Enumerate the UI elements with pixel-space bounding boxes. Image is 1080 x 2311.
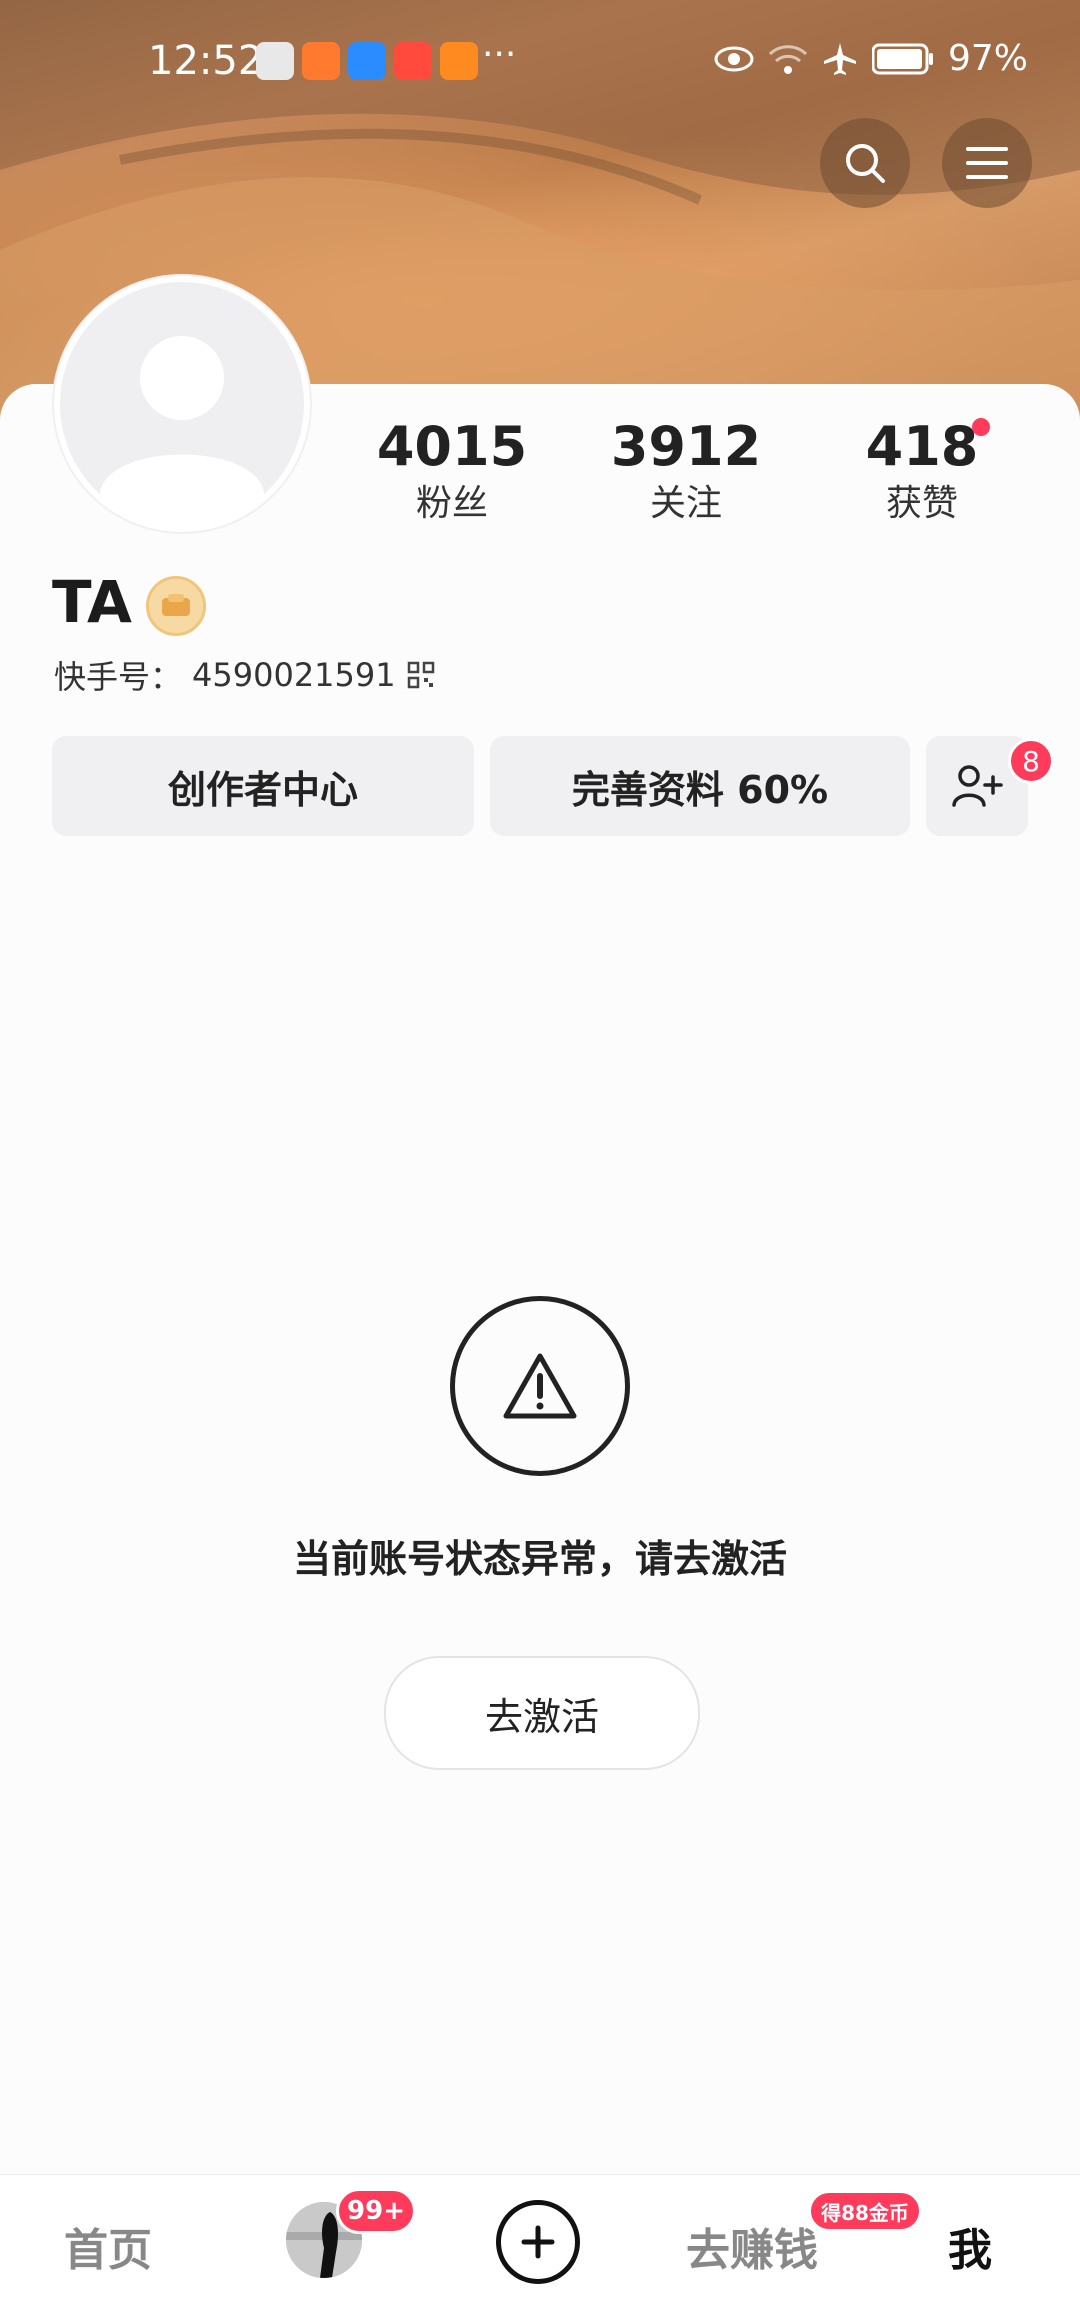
- followers-label: 粉丝: [415, 483, 488, 524]
- tab-me[interactable]: 我: [948, 2214, 992, 2278]
- game-app-icon: [440, 42, 478, 80]
- search-icon: [846, 144, 885, 183]
- create-post-button[interactable]: [496, 2200, 580, 2284]
- video-app-icon: [302, 42, 340, 80]
- app-notification-icon: [256, 42, 294, 80]
- airplane-mode-icon: [823, 42, 856, 75]
- account-id-label: 快手号：: [54, 658, 183, 696]
- search-button[interactable]: [820, 118, 910, 208]
- activate-button[interactable]: 去激活: [384, 1656, 700, 1770]
- followers-stat[interactable]: 4015 粉丝: [352, 412, 552, 526]
- tab-home[interactable]: 首页: [64, 2214, 152, 2278]
- hamburger-menu-icon: [966, 147, 1008, 179]
- following-count: 3912: [610, 415, 762, 478]
- likes-label: 获赞: [885, 483, 958, 524]
- tab-earn-money[interactable]: 去赚钱: [686, 2214, 818, 2278]
- warning-circle: [450, 1296, 630, 1476]
- status-time: 12:52: [148, 38, 264, 84]
- weather-app-icon: [348, 42, 386, 80]
- more-notifications-icon: ···: [482, 34, 517, 75]
- battery-icon: [871, 43, 933, 74]
- account-id-value: 4590021591: [192, 656, 396, 694]
- warning-icon: [503, 1353, 577, 1419]
- eye-icon: [714, 46, 754, 71]
- add-friend-icon: [952, 765, 1003, 807]
- creator-center-button[interactable]: 创作者中心: [52, 736, 474, 836]
- profile-name: TA: [52, 568, 132, 636]
- earn-coins-badge: 得88金币: [808, 2190, 922, 2232]
- wifi-icon: [768, 44, 808, 74]
- qr-code-icon[interactable]: [406, 660, 436, 690]
- following-count-badge: 99+: [336, 2188, 416, 2234]
- likes-count: 418: [865, 415, 979, 478]
- battery-percent: 97%: [947, 38, 1028, 79]
- following-stat[interactable]: 3912 关注: [586, 412, 786, 526]
- complete-profile-button[interactable]: 完善资料 60%: [490, 736, 910, 836]
- likes-stat[interactable]: 418 获赞: [822, 412, 1022, 526]
- level-badge-icon[interactable]: [146, 576, 206, 636]
- status-bar: 12:52 ··· 97%: [0, 0, 1080, 120]
- followers-count: 4015: [376, 415, 528, 478]
- default-avatar-icon: [100, 336, 264, 526]
- account-abnormal-message: 当前账号状态异常，请去激活: [292, 1537, 787, 1581]
- add-friend-count-badge: 8: [1008, 738, 1054, 784]
- avatar[interactable]: [54, 276, 310, 532]
- menu-button[interactable]: [942, 118, 1032, 208]
- account-id-row[interactable]: 快手号： 4590021591: [54, 652, 436, 698]
- badge-emblem-icon: [162, 594, 190, 616]
- news-app-icon: [394, 42, 432, 80]
- plus-icon: [521, 2225, 555, 2259]
- likes-notification-dot: [972, 418, 990, 436]
- following-label: 关注: [649, 483, 722, 524]
